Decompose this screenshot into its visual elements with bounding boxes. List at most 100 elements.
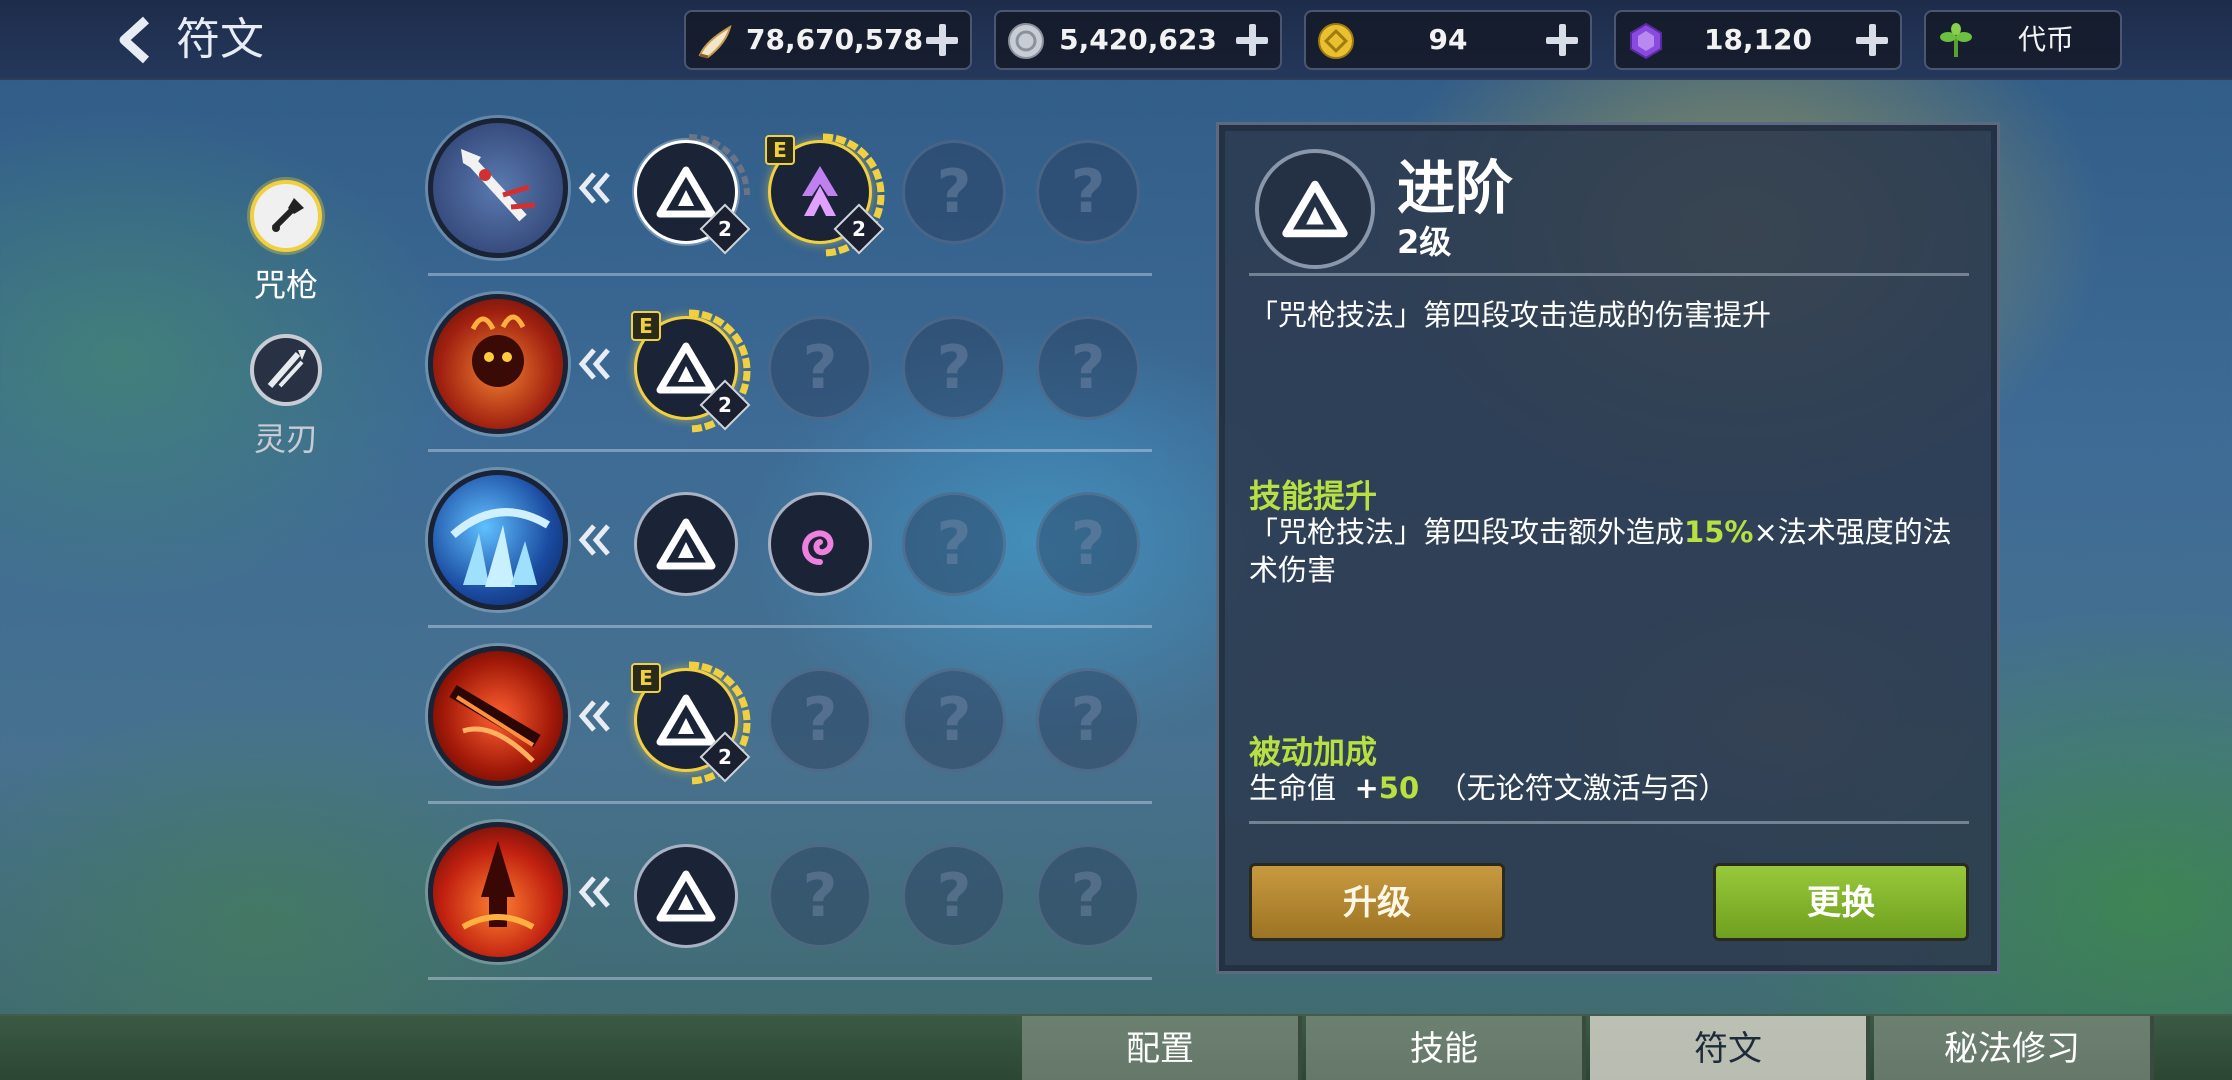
rune-slot-locked[interactable]: ?	[902, 316, 1006, 420]
rune-slot-locked[interactable]: ?	[1036, 668, 1140, 772]
rune-name: 进阶	[1397, 154, 1514, 222]
advance-rune-icon	[656, 870, 716, 922]
question-mark-icon: ?	[1070, 685, 1106, 755]
ice-skill-icon[interactable]	[428, 470, 568, 610]
gold-coin-icon	[1318, 23, 1354, 59]
rune-slot-1[interactable]	[634, 492, 738, 596]
question-mark-icon: ?	[936, 861, 972, 931]
fire-spirit-skill-icon[interactable]	[428, 294, 568, 434]
question-mark-icon: ?	[802, 685, 838, 755]
sprout-token-icon	[1940, 23, 1972, 57]
rune-level: 2级	[1397, 223, 1452, 261]
currency-horn: 78,670,578	[684, 10, 972, 70]
tab-runes[interactable]: 符文	[1590, 1016, 1870, 1080]
flame-spear-skill-icon[interactable]	[428, 646, 568, 786]
weapon-label: 灵刃	[253, 420, 318, 458]
add-gold-button[interactable]	[1544, 22, 1580, 58]
double-chevron-left-icon	[578, 172, 610, 204]
damage-percent: 15%	[1684, 515, 1754, 549]
e-badge: E	[765, 135, 795, 165]
weapon-tab-spirit-blade[interactable]: 灵刃	[226, 334, 346, 460]
rune-row: E 2 ? ? ?	[428, 274, 1152, 452]
tab-arcane-training[interactable]: 秘法修习	[1874, 1016, 2154, 1080]
question-mark-icon: ?	[1070, 509, 1106, 579]
rune-detail-panel: 进阶 2级 「咒枪技法」第四段攻击造成的伤害提升 技能提升 「咒枪技法」第四段攻…	[1216, 122, 2000, 974]
question-mark-icon: ?	[936, 509, 972, 579]
top-bar: 符文 78,670,578 5,420,623 94 18,120 代币	[0, 0, 2232, 80]
pink-swirl-rune-icon	[802, 530, 834, 565]
rune-slot-locked[interactable]: ?	[768, 316, 872, 420]
spear-skill-icon[interactable]	[428, 118, 568, 258]
rune-slot-1[interactable]	[634, 844, 738, 948]
chevron-left-icon	[119, 16, 150, 64]
purple-gem-icon	[1630, 22, 1662, 60]
rune-row: 2 E 2 ? ?	[428, 98, 1152, 276]
rune-row: ? ?	[428, 450, 1152, 628]
rune-slot-1[interactable]: E 2	[631, 309, 751, 433]
panel-divider	[1249, 273, 1969, 276]
add-gem-button[interactable]	[1854, 22, 1890, 58]
token-button[interactable]: 代币	[1924, 10, 2122, 70]
question-mark-icon: ?	[936, 333, 972, 403]
question-mark-icon: ?	[802, 333, 838, 403]
rune-description: 「咒枪技法」第四段攻击造成的伤害提升	[1249, 298, 1772, 332]
currency-silver: 5,420,623	[994, 10, 1282, 70]
question-mark-icon: ?	[936, 685, 972, 755]
hp-bonus: 50	[1378, 771, 1420, 805]
rune-slot-locked[interactable]: ?	[1036, 844, 1140, 948]
row-divider	[428, 977, 1152, 980]
add-silver-button[interactable]	[1234, 22, 1270, 58]
passive-title: 被动加成	[1249, 733, 1378, 771]
panel-divider	[1249, 821, 1969, 824]
add-horn-button[interactable]	[924, 22, 960, 58]
fire-pillar-skill-icon[interactable]	[428, 822, 568, 962]
rune-row: ? ? ?	[428, 802, 1152, 980]
question-mark-icon: ?	[936, 157, 972, 227]
rune-slot-locked[interactable]: ?	[1036, 140, 1140, 244]
currency-gem: 18,120	[1614, 10, 1902, 70]
blade-emblem-icon	[250, 334, 322, 406]
horn-currency-icon	[698, 24, 732, 59]
upgrade-button[interactable]: 升级	[1249, 863, 1505, 941]
rune-slot-locked[interactable]: ?	[902, 668, 1006, 772]
swap-button[interactable]: 更换	[1713, 863, 1969, 941]
spear-emblem-icon	[250, 180, 322, 252]
currency-value: 5,420,623	[1059, 23, 1217, 56]
back-button[interactable]	[112, 14, 160, 66]
question-mark-icon: ?	[1070, 861, 1106, 931]
rune-slot-locked[interactable]: ?	[902, 140, 1006, 244]
passive-text: 生命值 +50 （无论符文激活与否）	[1249, 771, 1728, 805]
currency-gold: 94	[1304, 10, 1592, 70]
question-mark-icon: ?	[802, 861, 838, 931]
e-badge: E	[631, 663, 661, 693]
e-badge: E	[631, 311, 661, 341]
weapon-tab-cursed-spear[interactable]: 咒枪	[226, 180, 346, 306]
rune-slot-locked[interactable]: ?	[1036, 492, 1140, 596]
currency-value: 78,670,578	[746, 23, 924, 56]
silver-coin-icon	[1008, 23, 1044, 59]
tab-config[interactable]: 配置	[1022, 1016, 1302, 1080]
tab-skills[interactable]: 技能	[1306, 1016, 1586, 1080]
question-mark-icon: ?	[1070, 157, 1106, 227]
token-label: 代币	[2017, 23, 2074, 56]
rune-slot-1[interactable]: 2	[634, 134, 751, 255]
rune-slot-1[interactable]: E 2	[631, 661, 751, 785]
rune-slot-locked[interactable]: ?	[902, 844, 1006, 948]
rune-slot-2[interactable]: E 2	[765, 133, 885, 257]
weapon-label: 咒枪	[253, 266, 318, 304]
rune-slot-locked[interactable]: ?	[902, 492, 1006, 596]
currency-value: 18,120	[1703, 23, 1813, 56]
rune-slot-locked[interactable]: ?	[768, 668, 872, 772]
double-chevron-left-icon	[578, 876, 610, 908]
rune-slot-locked[interactable]: ?	[1036, 316, 1140, 420]
currency-value: 94	[1428, 23, 1468, 56]
rune-slot-2[interactable]	[768, 492, 872, 596]
double-chevron-left-icon	[578, 348, 610, 380]
advance-rune-icon	[1255, 149, 1375, 269]
advance-rune-icon	[656, 518, 716, 570]
rune-slot-locked[interactable]: ?	[768, 844, 872, 948]
rune-row: E 2 ? ? ?	[428, 626, 1152, 804]
skill-up-title: 技能提升	[1249, 477, 1378, 515]
question-mark-icon: ?	[1070, 333, 1106, 403]
skill-up-text: 「咒枪技法」第四段攻击额外造成15%×法术强度的法术伤害	[1249, 515, 1952, 587]
